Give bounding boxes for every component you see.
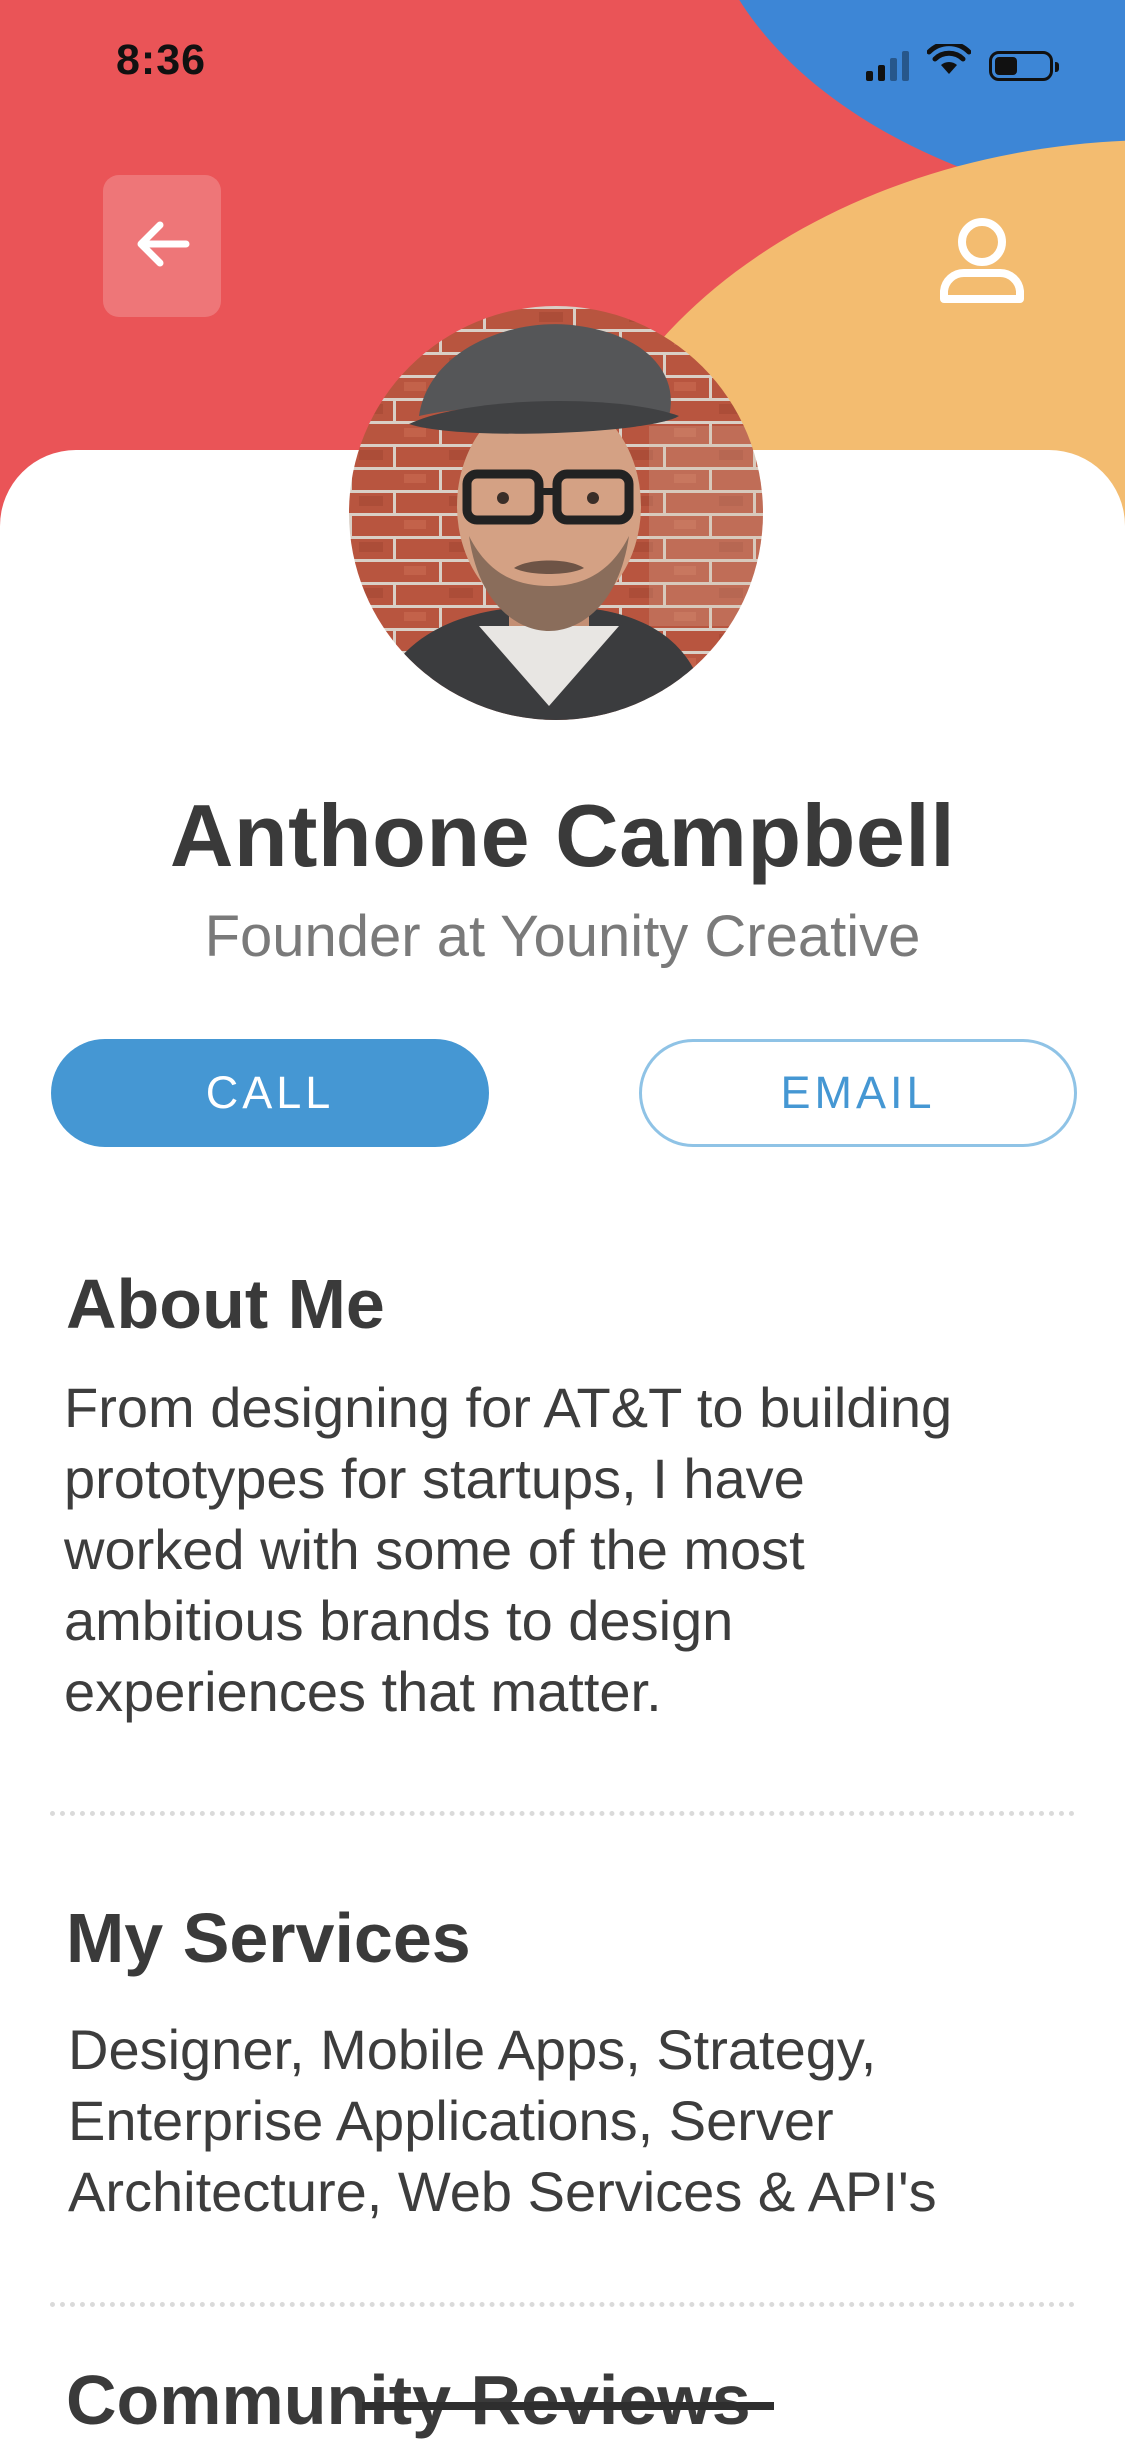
services-line: Designer, Mobile Apps, Strategy, [68, 2018, 877, 2081]
services-heading: My Services [66, 1899, 471, 1977]
reviews-heading-strike [362, 2402, 774, 2410]
wifi-icon [926, 41, 972, 81]
arrow-left-icon [134, 219, 190, 274]
email-button[interactable]: EMAIL [639, 1039, 1077, 1147]
about-text: From designing for AT&T to building prot… [64, 1372, 952, 1727]
profile-button[interactable] [920, 200, 1044, 324]
about-line: ambitious brands to design [64, 1589, 734, 1652]
profile-name: Anthone Campbell [169, 786, 956, 885]
section-divider [50, 2302, 1075, 2307]
avatar [349, 306, 763, 720]
signal-icon [866, 49, 909, 81]
services-line: Architecture, Web Services & API's [68, 2160, 937, 2223]
about-heading: About Me [66, 1265, 385, 1343]
about-line: prototypes for startups, I have [64, 1447, 805, 1510]
status-icons [866, 41, 1059, 81]
about-line: From designing for AT&T to building [64, 1376, 953, 1439]
section-divider [50, 1811, 1075, 1816]
status-time: 8:36 [116, 36, 207, 84]
battery-icon [989, 51, 1059, 81]
reviews-heading: Community Reviews [66, 2361, 751, 2439]
user-icon [936, 215, 1028, 310]
profile-title: Founder at Younity Creative [204, 904, 921, 969]
call-button[interactable]: CALL [51, 1039, 489, 1147]
about-line: worked with some of the most [64, 1518, 805, 1581]
about-line: experiences that matter. [64, 1660, 662, 1723]
services-text: Designer, Mobile Apps, Strategy, Enterpr… [68, 2014, 937, 2227]
back-button[interactable] [103, 175, 221, 317]
services-line: Enterprise Applications, Server [68, 2089, 834, 2152]
